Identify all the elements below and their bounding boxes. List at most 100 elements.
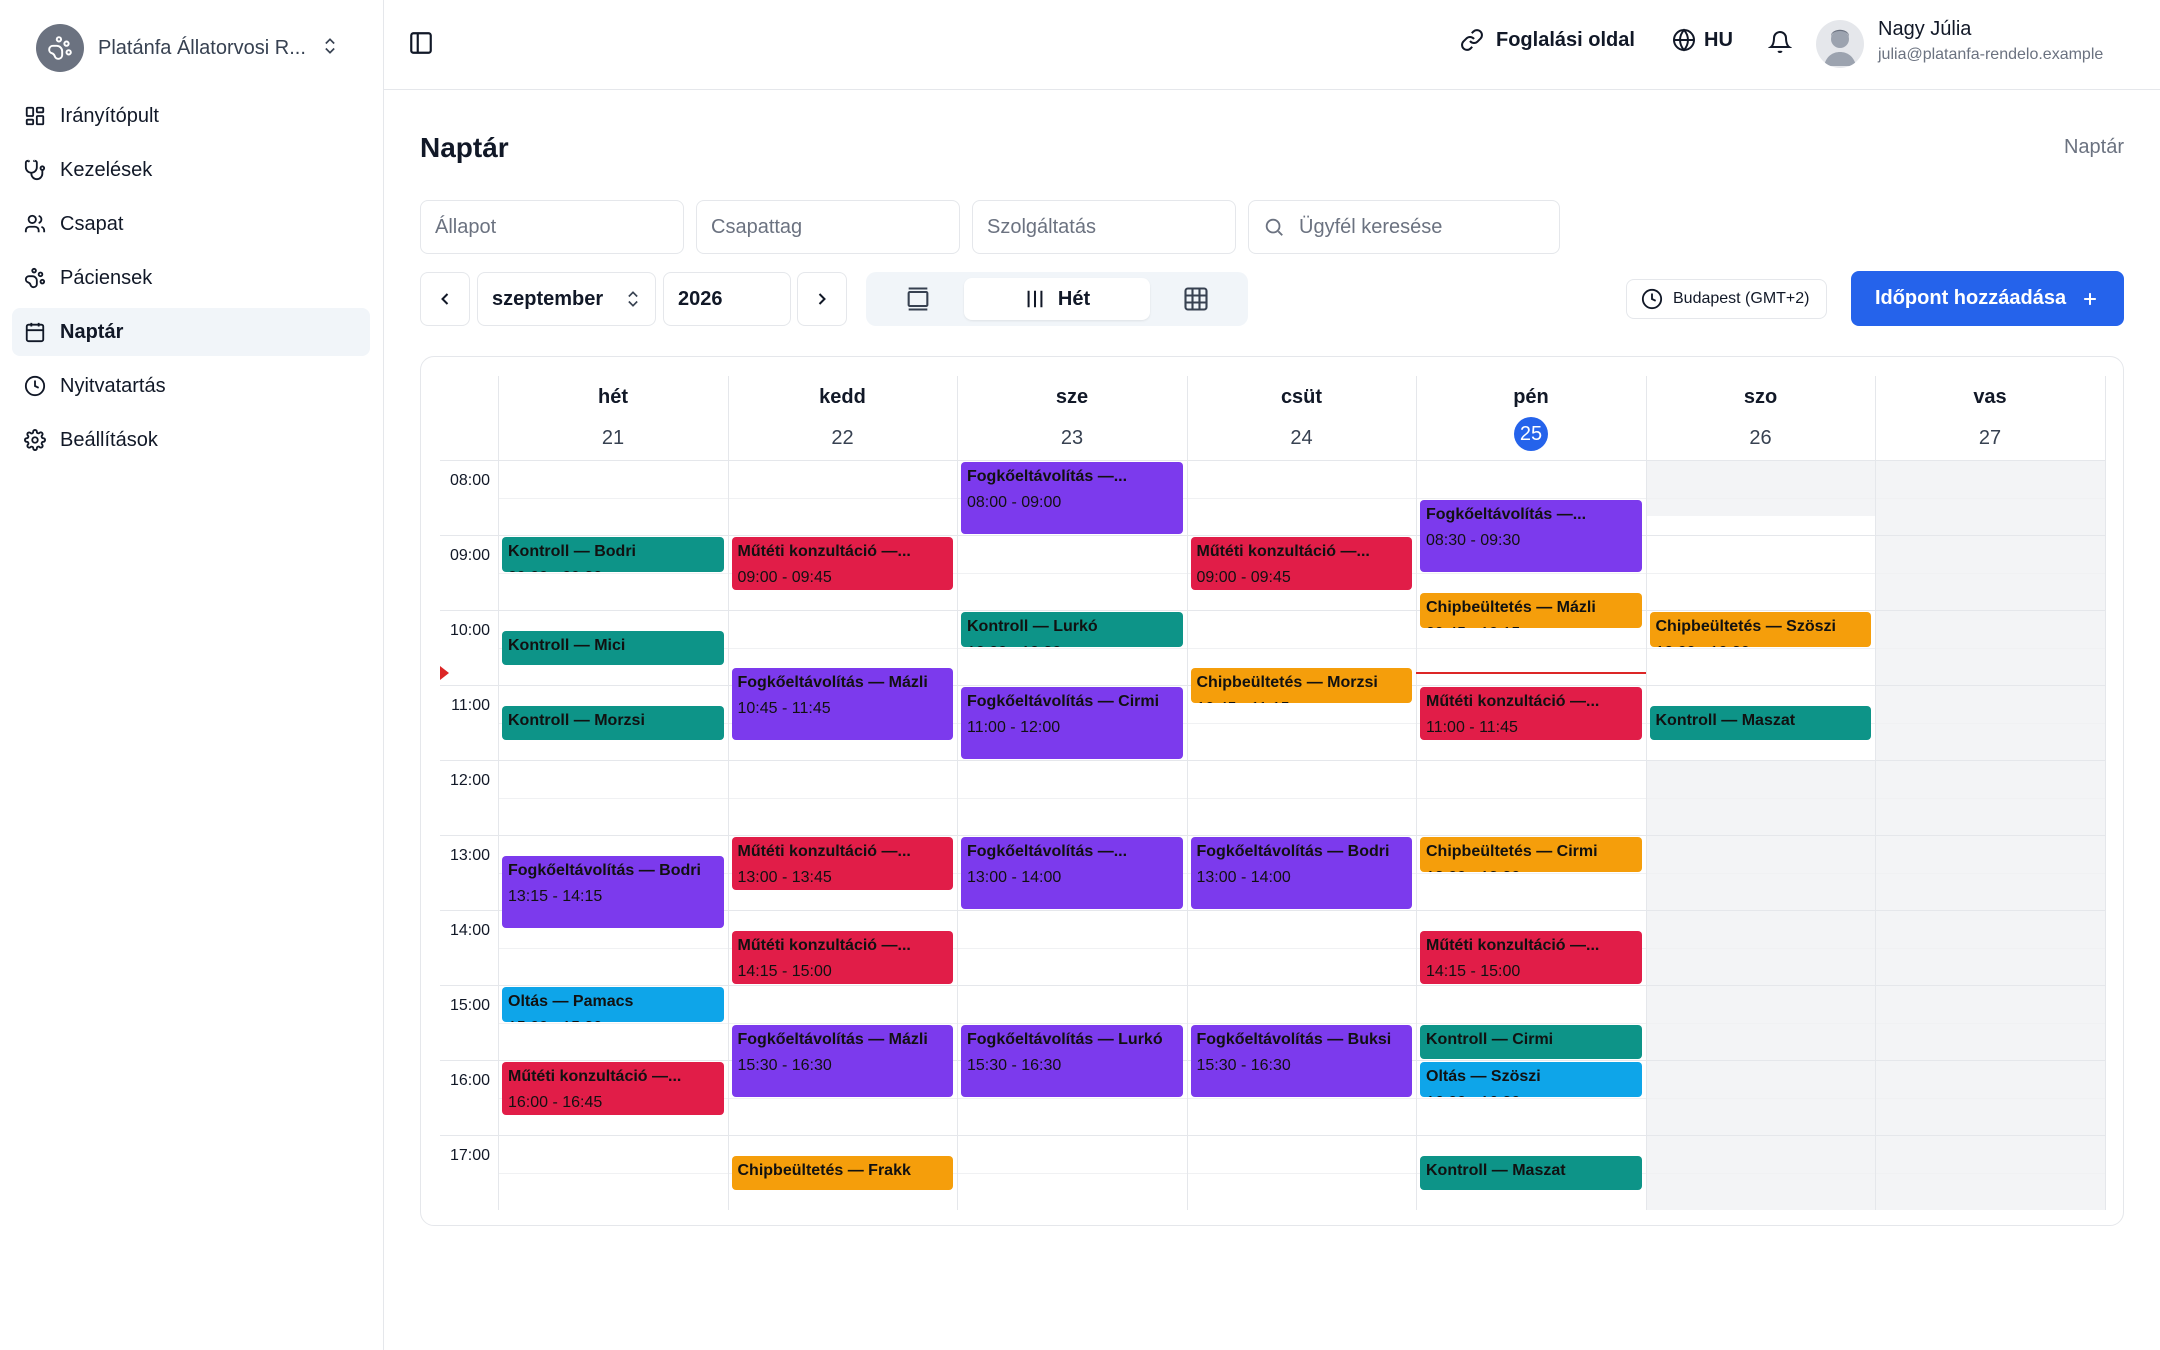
appointment-event[interactable]: Műtéti konzultáció —... 09:00 - 09:45 <box>1190 537 1412 591</box>
day-header[interactable]: sze 23 <box>957 376 1186 460</box>
closed-hours-block <box>1645 460 1875 517</box>
appointment-time: 13:00 - 13:45 <box>737 869 832 886</box>
appointment-event[interactable]: Műtéti konzultáció —... 09:00 - 09:45 <box>731 537 953 591</box>
sidebar-nav: Irányítópult Kezelések Csapat Páciensek … <box>12 92 370 470</box>
day-header[interactable]: hét 21 <box>498 376 727 460</box>
appointment-event[interactable]: Kontroll — Maszat 17:15 - 17:45 <box>1420 1155 1642 1191</box>
hour-label: 14:00 <box>449 922 490 939</box>
week-view-button[interactable]: Hét <box>964 278 1150 320</box>
client-search-input[interactable]: Ügyfél keresése <box>1248 200 1560 254</box>
appointment-event[interactable]: Fogkőeltávolítás — Cirmi 11:00 - 12:00 <box>961 687 1183 759</box>
appointment-event[interactable]: Fogkőeltávolítás — Mázli 10:45 - 11:45 <box>731 668 953 741</box>
appointment-event[interactable]: Kontroll — Bodri 09:00 - 09:30 <box>502 537 724 572</box>
appointment-time: 09:00 - 09:30 <box>508 567 718 572</box>
appointment-event[interactable]: Műtéti konzultáció —... 11:00 - 11:45 <box>1420 687 1642 741</box>
appointment-event[interactable]: Fogkőeltávolítás —... 08:00 - 09:00 <box>961 462 1183 534</box>
add-appointment-button[interactable]: Időpont hozzáadása <box>1851 271 2124 326</box>
day-header[interactable]: csüt 24 <box>1186 376 1416 460</box>
day-header[interactable]: pén 25 <box>1416 376 1645 460</box>
day-view-button[interactable] <box>874 278 962 320</box>
month-select[interactable]: szeptember <box>477 272 656 326</box>
appointment-event[interactable]: Kontroll — Morzsi 11:15 - 11:45 <box>502 705 724 741</box>
sidebar-item-patients[interactable]: Páciensek <box>12 254 370 302</box>
status-filter-placeholder: Állapot <box>435 215 497 238</box>
appointment-event[interactable]: Fogkőeltávolítás —... 13:00 - 14:00 <box>961 837 1183 909</box>
prev-button[interactable] <box>420 272 470 326</box>
day-header[interactable]: kedd 22 <box>727 376 957 460</box>
week-view-icon <box>1027 290 1043 308</box>
service-filter[interactable]: Szolgáltatás <box>972 200 1236 254</box>
day-column-divider <box>2104 376 2106 1210</box>
appointment-event[interactable]: Fogkőeltávolítás — Bodri 13:00 - 14:00 <box>1190 837 1412 909</box>
day-header[interactable]: szo 26 <box>1645 376 1875 460</box>
appointment-event[interactable]: Fogkőeltávolítás — Mázli 15:30 - 16:30 <box>731 1024 953 1097</box>
appointment-time: 15:00 - 15:30 <box>508 1017 718 1022</box>
appointment-event[interactable]: Kontroll — Lurkó 10:00 - 10:30 <box>961 612 1183 647</box>
year-select[interactable]: 2026 <box>663 272 791 326</box>
appointment-event[interactable]: Fogkőeltávolítás — Lurkó 15:30 - 16:30 <box>961 1024 1183 1097</box>
appointment-event[interactable]: Kontroll — Cirmi 15:30 - 16:00 <box>1420 1024 1642 1059</box>
appointment-time: 15:30 - 16:30 <box>1196 1056 1291 1074</box>
appointment-event[interactable]: Chipbeültetés — Morzsi 10:45 - 11:15 <box>1190 668 1412 703</box>
timezone-button[interactable]: Budapest (GMT+2) <box>1626 279 1827 319</box>
grid-icon <box>1184 287 1208 311</box>
appointment-event[interactable]: Oltás — Szöszi 16:00 - 16:30 <box>1420 1062 1642 1097</box>
sidebar-item-opening-hours[interactable]: Nyitvatartás <box>12 362 370 410</box>
appointment-event[interactable]: Oltás — Pamacs 15:00 - 15:30 <box>502 987 724 1022</box>
appointment-title: Oltás — Pamacs <box>508 993 634 1010</box>
next-button[interactable] <box>797 272 847 326</box>
appointment-event[interactable]: Kontroll — Maszat 11:15 - 11:45 <box>1649 705 1871 741</box>
search-placeholder: Ügyfél keresése <box>1299 215 1443 238</box>
breadcrumb[interactable]: Naptár <box>2064 136 2124 159</box>
appointment-title: Fogkőeltávolítás —... <box>1426 505 1587 523</box>
language-switcher[interactable]: HU <box>1672 28 1733 52</box>
clock-icon <box>1641 288 1663 310</box>
appointment-event[interactable]: Műtéti konzultáció —... 13:00 - 13:45 <box>731 837 953 891</box>
half-hour-gridline <box>498 647 2105 649</box>
month-value: szeptember <box>492 287 604 310</box>
booking-page-link[interactable]: Foglalási oldal <box>1460 28 1635 52</box>
day-number: 22 <box>831 427 854 449</box>
team-member-filter[interactable]: Csapattag <box>696 200 960 254</box>
half-hour-gridline <box>498 1022 2105 1024</box>
appointment-title: Kontroll — Lurkó <box>967 618 1098 635</box>
sidebar-toggle-icon[interactable] <box>408 30 434 56</box>
sidebar-item-treatments[interactable]: Kezelések <box>12 146 370 194</box>
appointment-event[interactable]: Fogkőeltávolítás — Bodri 13:15 - 14:15 <box>502 855 724 928</box>
appointment-title: Műtéti konzultáció —... <box>1426 936 1600 954</box>
sidebar-item-calendar[interactable]: Naptár <box>12 308 370 356</box>
appointment-title: Fogkőeltávolítás —... <box>967 468 1128 485</box>
status-filter[interactable]: Állapot <box>420 200 684 254</box>
appointment-event[interactable]: Műtéti konzultáció —... 14:15 - 15:00 <box>731 930 953 984</box>
org-switcher[interactable]: Platánfa Állatorvosi R... <box>24 16 360 80</box>
appointment-event[interactable]: Fogkőeltávolítás — Buksi 15:30 - 16:30 <box>1190 1024 1412 1097</box>
appointment-event[interactable]: Műtéti konzultáció —... 16:00 - 16:45 <box>502 1062 724 1116</box>
day-number: 23 <box>1060 427 1084 449</box>
day-column-divider <box>727 376 729 1210</box>
sidebar-item-dashboard[interactable]: Irányítópult <box>12 92 370 140</box>
appointment-event[interactable]: Chipbeültetés — Cirmi 13:00 - 13:30 <box>1420 837 1642 872</box>
day-header[interactable]: vas 27 <box>1875 376 2104 460</box>
bell-icon[interactable] <box>1768 30 1792 54</box>
appointment-title: Kontroll — Bodri <box>508 543 636 560</box>
sidebar-item-team[interactable]: Csapat <box>12 200 370 248</box>
appointment-event[interactable]: Chipbeültetés — Szöszi 10:00 - 10:30 <box>1649 612 1871 647</box>
appointment-title: Chipbeültetés — Mázli <box>1426 599 1596 617</box>
hour-gridline <box>440 760 2105 761</box>
month-view-button[interactable] <box>1152 278 1240 320</box>
appointment-event[interactable]: Műtéti konzultáció —... 14:15 - 15:00 <box>1420 930 1642 984</box>
appointment-title: Fogkőeltávolítás — Bodri <box>1196 843 1390 860</box>
globe-icon <box>1673 28 1695 52</box>
appointment-event[interactable]: Chipbeültetés — Mázli 09:45 - 10:15 <box>1420 593 1642 628</box>
service-filter-placeholder: Szolgáltatás <box>987 215 1096 238</box>
avatar[interactable] <box>1816 20 1864 68</box>
appointment-event[interactable]: Kontroll — Mici 10:15 - 10:45 <box>502 630 724 666</box>
appointment-event[interactable]: Fogkőeltávolítás —... 08:30 - 09:30 <box>1420 499 1642 572</box>
sidebar-item-settings[interactable]: Beállítások <box>12 416 370 464</box>
appointment-time: 11:15 - 11:45 <box>1656 736 1866 741</box>
booking-link-label: Foglalási oldal <box>1496 28 1635 51</box>
appointment-time: 09:00 - 09:45 <box>1196 569 1291 586</box>
appointment-time: 10:45 - 11:45 <box>737 700 831 718</box>
appointment-event[interactable]: Chipbeültetés — Frakk 17:15 - 17:45 <box>731 1155 953 1191</box>
clock-icon <box>24 375 46 397</box>
